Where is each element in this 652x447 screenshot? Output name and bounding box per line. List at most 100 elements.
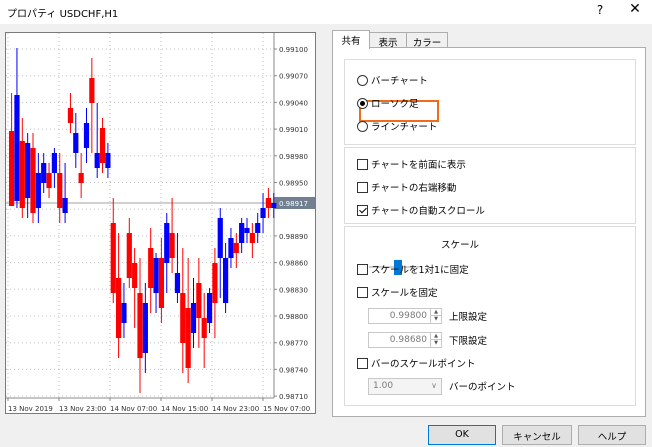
checkbox[interactable] — [357, 286, 368, 298]
radio-button[interactable] — [357, 120, 368, 132]
bearish-candle — [19, 141, 25, 208]
title-bar: プロパティ USDCHF,H1 ? ✕ — [0, 0, 652, 24]
checkbox-label: スケールを固定 — [371, 288, 438, 299]
price-label: 0.98800 — [279, 313, 308, 321]
bearish-candle — [212, 263, 218, 303]
bar-points-select[interactable]: 1.00 ∨ — [368, 378, 442, 395]
bearish-candle — [169, 233, 175, 258]
checkbox[interactable] — [357, 357, 368, 369]
chart-options-group: チャートを前面に表示 チャートの右端移動 チャートの自動スクロール — [344, 147, 636, 224]
bearish-candle — [201, 318, 207, 338]
checkbox-scale-1to1[interactable]: スケールを1対1に固定 — [357, 262, 469, 276]
bullish-candle — [51, 153, 57, 173]
bar-points-label: バーのポイント — [449, 382, 516, 393]
bearish-candle — [132, 263, 138, 288]
time-label: 13 Nov 2019 — [8, 405, 53, 413]
bullish-candle — [35, 173, 41, 208]
ok-button[interactable]: OK — [428, 425, 496, 445]
checkbox-chart-shift[interactable]: チャートの右端移動 — [357, 180, 456, 194]
current-price-label: 0.98917 — [279, 200, 308, 208]
price-label: 0.98980 — [279, 153, 308, 161]
tab-panel-common: バーチャート ローソク足 ラインチャート チャートを前面に表示 チャートの右端移… — [332, 47, 646, 417]
time-label: 14 Nov 15:00 — [161, 405, 208, 413]
upper-limit-input[interactable]: 0.99800 ▲ ▼ — [368, 308, 442, 324]
upper-limit-value: 0.99800 — [389, 311, 427, 321]
time-label: 13 Nov 23:00 — [59, 405, 106, 413]
time-label: 14 Nov 07:00 — [110, 405, 157, 413]
price-label: 0.98710 — [279, 393, 308, 401]
spin-up-icon[interactable]: ▲ — [430, 333, 441, 340]
help-button[interactable]: ヘルプ — [578, 425, 646, 445]
price-label: 0.98830 — [279, 286, 308, 294]
bearish-candle — [148, 248, 154, 288]
price-label: 0.98740 — [279, 366, 308, 374]
bullish-candle — [164, 223, 170, 263]
cancel-button[interactable]: キャンセル — [502, 425, 572, 445]
lower-limit-label: 下限設定 — [449, 336, 488, 347]
radio-line-chart[interactable]: ラインチャート — [357, 119, 437, 133]
checkbox-checked[interactable] — [357, 204, 368, 216]
tab-show[interactable]: 表示 — [369, 32, 407, 49]
checkbox-foreground[interactable]: チャートを前面に表示 — [357, 157, 466, 171]
price-label: 0.98890 — [279, 233, 308, 241]
candlestick-chart: 0.99100 0.99070 0.99040 0.99010 0.98980 0.989… — [6, 33, 316, 413]
bullish-candle — [14, 95, 20, 201]
bullish-candle — [25, 143, 31, 198]
checkbox-autoscroll[interactable]: チャートの自動スクロール — [357, 203, 485, 217]
tab-colors[interactable]: カラー — [406, 32, 448, 49]
checkbox-label: バーのスケールポイント — [371, 359, 476, 370]
bullish-candle — [217, 218, 223, 258]
bearish-candle — [180, 293, 186, 343]
time-label: 14 Nov 23:00 — [212, 405, 259, 413]
bullish-candle — [206, 293, 213, 323]
bullish-candle — [105, 153, 111, 168]
price-label: 0.99010 — [279, 126, 308, 134]
chart-preview: 0.99100 0.99070 0.99040 0.99010 0.98980 0.989… — [5, 32, 316, 414]
bullish-candle — [244, 228, 250, 233]
checkbox-bar-scale[interactable]: バーのスケールポイント — [357, 356, 476, 370]
bullish-candle — [121, 303, 127, 323]
bar-points-value: 1.00 — [373, 381, 394, 391]
bearish-candle — [110, 223, 116, 293]
spin-up-icon[interactable]: ▲ — [430, 309, 441, 316]
checkbox[interactable] — [357, 181, 368, 193]
bullish-candle — [223, 258, 229, 303]
radio-label: ローソク足 — [371, 99, 419, 110]
bullish-candle — [174, 273, 181, 293]
bearish-candle — [185, 308, 191, 368]
bearish-candle — [46, 173, 52, 188]
radio-button-selected[interactable] — [357, 97, 368, 109]
checkbox-scale-fix[interactable]: スケールを固定 — [357, 285, 438, 299]
bearish-candle — [67, 108, 74, 123]
checkbox[interactable] — [357, 263, 368, 275]
bearish-candle — [137, 293, 143, 358]
close-icon[interactable]: ✕ — [628, 1, 642, 17]
bullish-candle — [83, 123, 90, 148]
bearish-candle — [249, 233, 255, 243]
checkbox[interactable] — [357, 158, 368, 170]
scale-group: スケール スケールを1対1に固定 スケールを固定 0.99800 ▲ ▼ 上限設… — [344, 226, 636, 406]
checkbox-label: チャートの右端移動 — [371, 183, 457, 194]
bearish-candle — [9, 131, 15, 206]
radio-button[interactable] — [357, 74, 368, 86]
radio-bar-chart[interactable]: バーチャート — [357, 73, 428, 87]
spin-down-icon[interactable]: ▼ — [430, 340, 441, 347]
price-label: 0.98770 — [279, 340, 308, 348]
radio-candlestick[interactable]: ローソク足 — [357, 96, 419, 110]
bearish-candle — [233, 243, 239, 253]
bullish-candle — [190, 303, 197, 333]
lower-limit-value: 0.98680 — [389, 335, 427, 345]
radio-label: ラインチャート — [371, 122, 438, 133]
bearish-candle — [126, 233, 132, 278]
lower-limit-input[interactable]: 0.98680 ▲ ▼ — [368, 332, 442, 348]
bullish-candle — [228, 238, 234, 258]
help-icon[interactable]: ? — [594, 3, 606, 17]
bullish-candle — [239, 223, 245, 243]
price-label: 0.99040 — [279, 99, 308, 107]
tab-common[interactable]: 共有 — [332, 30, 370, 49]
price-label: 0.99070 — [279, 73, 308, 81]
spin-down-icon[interactable]: ▼ — [430, 316, 441, 323]
bullish-candle — [271, 203, 277, 208]
price-label: 0.98860 — [279, 260, 308, 268]
bullish-candle — [94, 153, 100, 168]
